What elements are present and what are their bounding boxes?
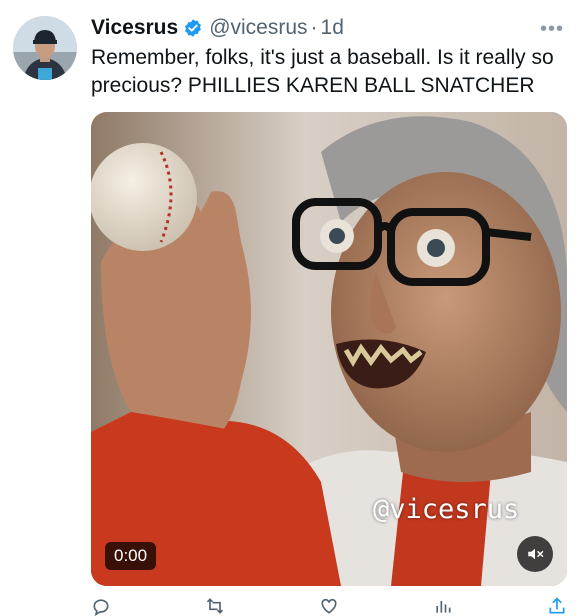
separator-dot: · bbox=[310, 16, 318, 39]
like-icon[interactable] bbox=[319, 596, 339, 616]
handle[interactable]: @vicesrus bbox=[209, 16, 307, 40]
avatar[interactable] bbox=[13, 16, 77, 80]
display-name[interactable]: Vicesrus bbox=[91, 16, 178, 40]
share-icon[interactable] bbox=[547, 596, 567, 616]
mute-icon[interactable] bbox=[517, 536, 553, 572]
repost-icon[interactable] bbox=[205, 596, 225, 616]
timestamp[interactable]: 1d bbox=[321, 16, 344, 40]
video-player[interactable]: @vicesrus 0:00 bbox=[91, 112, 567, 586]
action-bar bbox=[91, 596, 567, 616]
views-icon[interactable] bbox=[433, 596, 453, 616]
reply-icon[interactable] bbox=[91, 596, 111, 616]
tweet-header: Vicesrus @vicesrus · 1d bbox=[91, 16, 344, 40]
more-icon[interactable]: ••• bbox=[540, 18, 564, 41]
tweet-text: Remember, folks, it's just a baseball. I… bbox=[91, 46, 554, 97]
watermark: @vicesrus bbox=[373, 494, 520, 525]
verified-badge-icon bbox=[185, 19, 202, 37]
video-time: 0:00 bbox=[105, 542, 157, 570]
